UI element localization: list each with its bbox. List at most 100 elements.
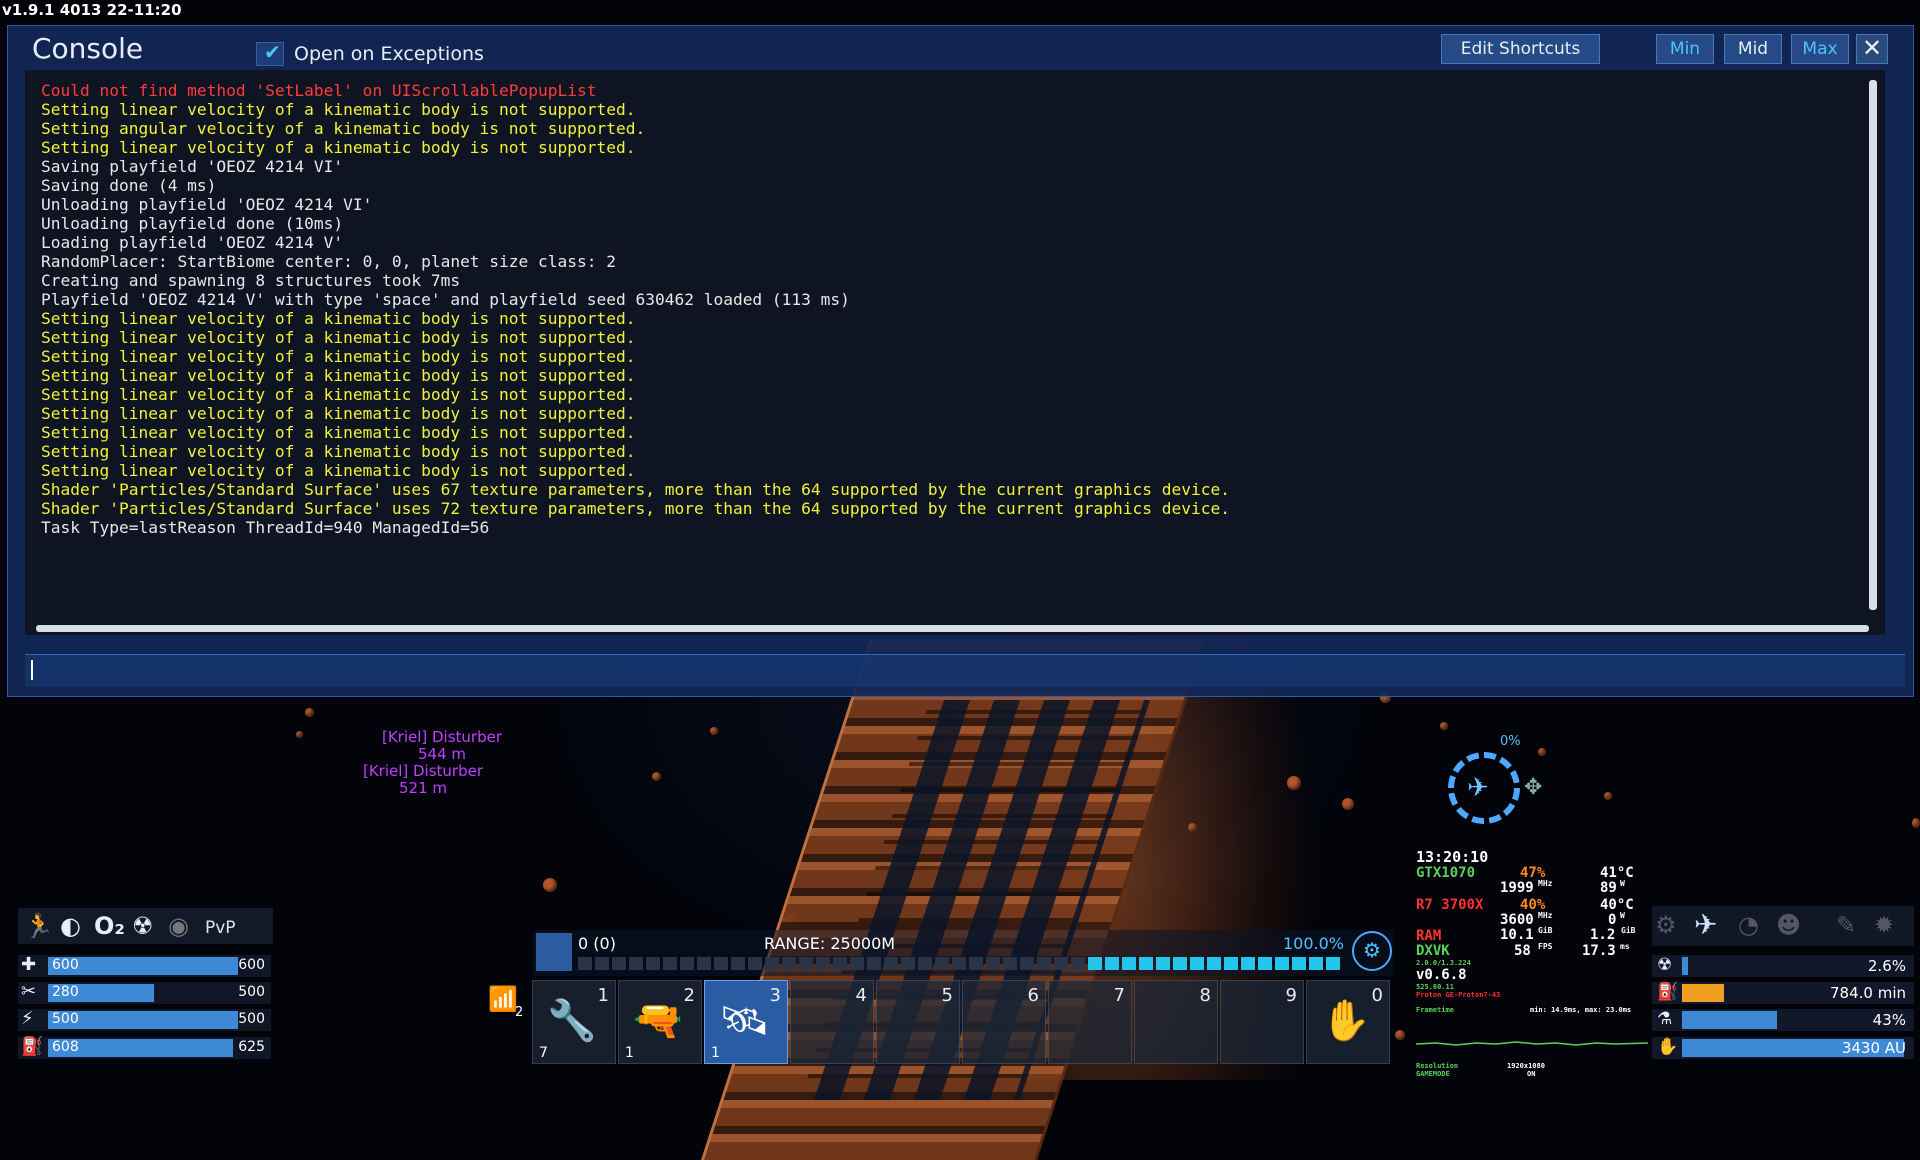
horizontal-scrollbar[interactable] <box>36 625 1869 632</box>
enemy-name: [Kriel] Disturber <box>381 728 503 746</box>
log-line: Task Type=lastReason ThreadId=940 Manage… <box>41 518 490 537</box>
gpu-name: GTX1070 <box>1416 865 1476 881</box>
enemy-marker[interactable]: [Kriel] Disturber 544 m <box>372 729 512 763</box>
asteroid <box>1538 748 1546 756</box>
stamina-bar: ⚡ 500 500 <box>18 1008 271 1031</box>
energy-segment <box>595 957 609 970</box>
power-row: ☢ 2.6% <box>1652 955 1914 977</box>
frametime-value: 17.3 <box>1582 943 1616 959</box>
hotbar-slot-3[interactable]: 3 🛰 1 <box>704 980 788 1064</box>
energy-segment <box>1207 957 1221 970</box>
fuel-fill <box>1682 984 1724 1002</box>
log-line: Shader 'Particles/Standard Surface' uses… <box>41 480 1230 499</box>
close-button[interactable]: ✕ <box>1856 34 1888 64</box>
enemy-distance: 544 m <box>417 745 466 763</box>
health-icon: ✚ <box>21 954 37 975</box>
food-icon: ✂ <box>21 981 37 1002</box>
ship-control-icon[interactable]: ✈ <box>1694 908 1717 941</box>
energy-segment <box>663 957 677 970</box>
cargo-row: ✋ 3430 AU <box>1652 1037 1914 1059</box>
energy-segment <box>1258 957 1272 970</box>
console-log[interactable]: Could not find method 'SetLabel' on UISc… <box>25 70 1885 635</box>
log-line: Unloading playfield done (10ms) <box>41 214 344 233</box>
hand-icon: ✋ <box>1321 998 1371 1044</box>
slot-count: 1 <box>711 1045 720 1061</box>
cpu-clock-unit: MHz <box>1538 911 1553 920</box>
log-line: Setting linear velocity of a kinematic b… <box>41 100 636 119</box>
enemy-marker[interactable]: [Kriel] Disturber 521 m <box>353 763 493 797</box>
ram-unit: GiB <box>1538 926 1553 935</box>
asteroid <box>1395 1030 1405 1040</box>
hotbar-slot-0[interactable]: 0 ✋ <box>1306 980 1390 1064</box>
enemy-name: [Kriel] Disturber <box>362 762 484 780</box>
energy-segment <box>867 957 881 970</box>
asteroid <box>1287 776 1301 790</box>
vertical-scrollbar[interactable] <box>1869 80 1877 610</box>
command-input[interactable] <box>25 654 1905 687</box>
oxygen-icon: ⛽ <box>21 1036 44 1057</box>
log-line: Shader 'Particles/Standard Surface' uses… <box>41 499 1230 518</box>
energy-segment <box>578 957 592 970</box>
energy-segment <box>1309 957 1323 970</box>
slot-number: 4 <box>855 985 867 1006</box>
oxygen-current: 608 <box>52 1039 79 1055</box>
console-title: Console <box>32 32 144 65</box>
slot-number: 6 <box>1027 985 1039 1006</box>
oxygen-tank-icon: ⚗ <box>1657 1009 1673 1029</box>
runner-icon: 🏃 <box>24 912 54 940</box>
oxygen-tank-value: 43% <box>1872 1011 1906 1029</box>
frametime-unit: ms <box>1620 942 1630 951</box>
energy-segment <box>1037 957 1051 970</box>
energy-segment <box>1122 957 1136 970</box>
hotbar-slot-5[interactable]: 5 <box>876 980 960 1064</box>
energy-segment <box>748 957 762 970</box>
log-line: Setting linear velocity of a kinematic b… <box>41 423 636 442</box>
hotbar-slot-8[interactable]: 8 <box>1134 980 1218 1064</box>
log-line: Setting linear velocity of a kinematic b… <box>41 309 636 328</box>
oxygen-icon: O₂ <box>94 912 125 940</box>
energy-segment <box>952 957 966 970</box>
hotbar-slot-6[interactable]: 6 <box>962 980 1046 1064</box>
slot-number: 5 <box>941 985 953 1006</box>
health-max: 600 <box>238 957 265 973</box>
cargo-value: 3430 AU <box>1841 1039 1906 1057</box>
hotbar-slot-2[interactable]: 2 🔫 1 <box>618 980 702 1064</box>
energy-segment <box>1105 957 1119 970</box>
mid-button[interactable]: Mid <box>1724 34 1782 64</box>
asteroid <box>1912 818 1920 828</box>
frametime-graph <box>1416 1041 1648 1046</box>
edit-shortcuts-button[interactable]: Edit Shortcuts <box>1441 34 1600 64</box>
log-line: Setting angular velocity of a kinematic … <box>41 119 646 138</box>
power-icon: ☢ <box>1657 955 1673 975</box>
energy-segment <box>697 957 711 970</box>
wifi-count: 2 <box>515 1005 524 1020</box>
log-line: Setting linear velocity of a kinematic b… <box>41 347 636 366</box>
energy-segment <box>1190 957 1204 970</box>
log-line: Unloading playfield 'OEOZ 4214 VI' <box>41 195 373 214</box>
cpu-power: 0 <box>1608 912 1617 928</box>
ram-unit2: GiB <box>1621 926 1636 935</box>
energy-segment <box>935 957 949 970</box>
hotbar-slot-1[interactable]: 1 🔧 7 <box>532 980 616 1064</box>
energy-segment <box>1088 957 1102 970</box>
hotbar-slot-7[interactable]: 7 <box>1048 980 1132 1064</box>
asteroid <box>1440 722 1448 730</box>
log-line: Setting linear velocity of a kinematic b… <box>41 138 636 157</box>
energy-segment <box>1241 957 1255 970</box>
energy-segment <box>816 957 830 970</box>
gauge-icon: ◔ <box>1738 911 1759 939</box>
stamina-current: 500 <box>52 1011 79 1027</box>
min-button[interactable]: Min <box>1656 34 1714 64</box>
drill-icon: 🔧 <box>547 998 597 1044</box>
hotbar-slot-4[interactable]: 4 <box>790 980 874 1064</box>
stamina-icon: ⚡ <box>21 1008 34 1029</box>
move-icon: ✥ <box>1524 775 1543 800</box>
energy-segment <box>833 957 847 970</box>
energy-segment <box>986 957 1000 970</box>
energy-segment <box>731 957 745 970</box>
food-bar: ✂ 280 500 <box>18 981 271 1004</box>
log-line: Setting linear velocity of a kinematic b… <box>41 366 636 385</box>
food-icon: ◐ <box>60 912 81 940</box>
hotbar-slot-9[interactable]: 9 <box>1220 980 1304 1064</box>
max-button[interactable]: Max <box>1791 34 1849 64</box>
